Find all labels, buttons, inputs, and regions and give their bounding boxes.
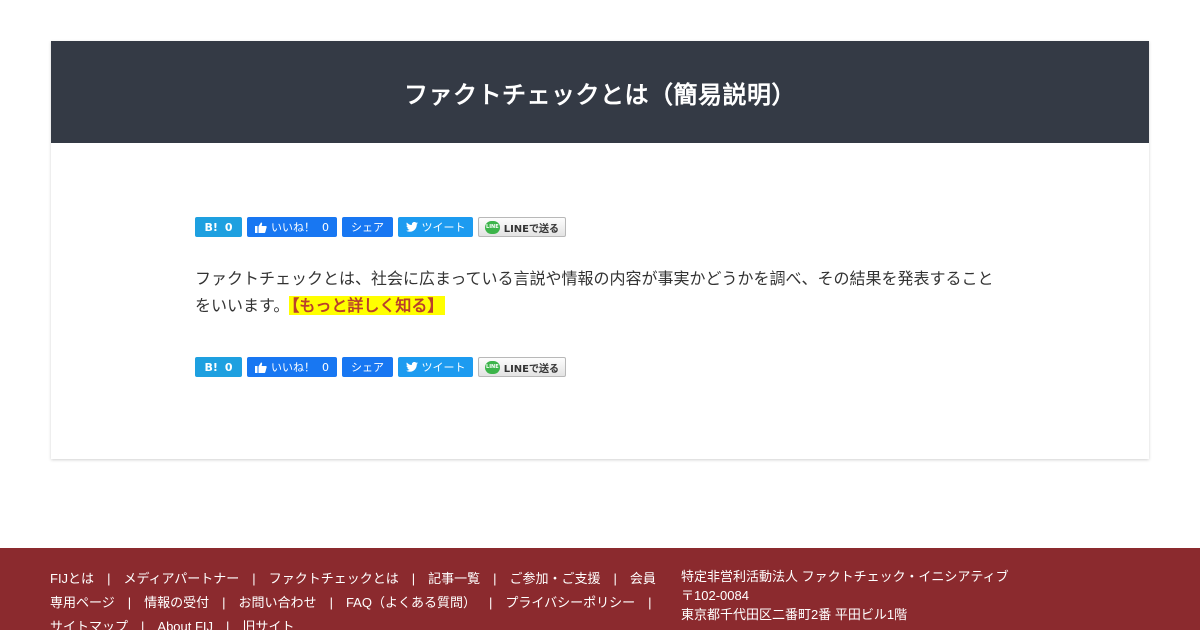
article-card: ファクトチェックとは（簡易説明） B! 0 いいね！ 0 シェア ツイート LI… (51, 41, 1149, 459)
tweet-button[interactable]: ツイート (398, 357, 473, 377)
footer-nav-separator: | (226, 619, 230, 630)
footer-nav-link[interactable]: 記事一覧 (428, 571, 480, 586)
twitter-bird-icon (405, 362, 418, 372)
hatena-count: 0 (224, 360, 233, 374)
footer-nav-link[interactable]: サイトマップ (50, 619, 128, 630)
line-send-button[interactable]: LINE LINEで送る (478, 217, 566, 237)
footer-nav-separator: | (107, 571, 111, 586)
footer-org-info: 特定非営利活動法人 ファクトチェック・イニシアティブ 〒102-0084 東京都… (681, 567, 1181, 624)
line-icon: LINE (485, 220, 500, 234)
article-content: B! 0 いいね！ 0 シェア ツイート LINE LINEで送る ファクトチェ… (195, 217, 1007, 377)
hatena-icon: B! (204, 360, 218, 374)
footer-nav-link[interactable]: 情報の受付 (144, 595, 209, 610)
footer-nav-separator: | (127, 595, 132, 610)
line-label: LINEで送る (503, 363, 559, 375)
footer-nav-link[interactable]: プライバシーポリシー (505, 595, 635, 610)
facebook-share-button[interactable]: シェア (342, 217, 393, 237)
line-label: LINEで送る (503, 223, 559, 235)
footer-nav-link[interactable]: お問い合わせ (239, 595, 317, 610)
footer-nav-link[interactable]: FAQ（よくある質問） (346, 595, 476, 610)
footer-nav-separator: | (411, 571, 416, 586)
footer-nav-link[interactable]: ご参加・ご支援 (510, 571, 601, 586)
tweet-label: ツイート (421, 361, 466, 374)
tweet-label: ツイート (421, 221, 466, 234)
share-buttons-top: B! 0 いいね！ 0 シェア ツイート LINE LINEで送る (195, 217, 1007, 237)
line-send-button[interactable]: LINE LINEで送る (478, 357, 566, 377)
footer-nav-separator: | (488, 595, 493, 610)
share-label: シェア (351, 221, 384, 234)
footer-nav-link[interactable]: FIJとは (50, 571, 94, 586)
facebook-like-button[interactable]: いいね！ 0 (247, 217, 337, 237)
footer-nav-link[interactable]: About FIJ (157, 619, 213, 630)
hatena-bookmark-button[interactable]: B! 0 (195, 217, 242, 237)
hatena-icon: B! (204, 220, 218, 234)
article-body: ファクトチェックとは、社会に広まっている言説や情報の内容が事実かどうかを調べ、そ… (195, 265, 1007, 319)
page-title: ファクトチェックとは（簡易説明） (404, 80, 796, 109)
footer-nav-separator: | (141, 619, 145, 630)
like-count: 0 (322, 360, 329, 374)
twitter-bird-icon (405, 222, 418, 232)
footer-nav-separator: | (252, 571, 256, 586)
tweet-button[interactable]: ツイート (398, 217, 473, 237)
hatena-count: 0 (224, 220, 233, 234)
org-address: 東京都千代田区二番町2番 平田ビル1階 (681, 607, 908, 622)
more-details-link[interactable]: 【もっと詳しく知る】 (289, 296, 446, 315)
like-label: いいね！ (271, 361, 315, 374)
thumbs-up-icon (255, 362, 267, 373)
article-header: ファクトチェックとは（簡易説明） (51, 41, 1149, 143)
share-label: シェア (351, 361, 384, 374)
footer-nav-separator: | (648, 595, 652, 610)
hatena-bookmark-button[interactable]: B! 0 (195, 357, 242, 377)
facebook-like-button[interactable]: いいね！ 0 (247, 357, 337, 377)
footer-nav: FIJとは | メディアパートナー | ファクトチェックとは | 記事一覧 | ご参加・ご支援 |… (50, 567, 665, 630)
thumbs-up-icon (255, 222, 267, 233)
footer-nav-separator: | (329, 595, 333, 610)
footer-nav-link[interactable]: ファクトチェックとは (269, 571, 399, 586)
org-postal-code: 〒102-0084 (681, 588, 749, 603)
site-footer: FIJとは | メディアパートナー | ファクトチェックとは | 記事一覧 | ご参加・ご支援 |… (0, 548, 1200, 630)
like-label: いいね！ (271, 221, 315, 234)
like-count: 0 (322, 220, 329, 234)
footer-nav-link[interactable]: 旧サイト (242, 619, 294, 630)
footer-nav-link[interactable]: メディアパートナー (123, 571, 239, 586)
footer-nav-separator: | (613, 571, 617, 586)
org-name: 特定非営利活動法人 ファクトチェック・イニシアティブ (681, 569, 1009, 584)
footer-nav-separator: | (222, 595, 226, 610)
line-icon: LINE (485, 360, 500, 374)
share-buttons-bottom: B! 0 いいね！ 0 シェア ツイート LINE LINEで送る (195, 357, 1007, 377)
facebook-share-button[interactable]: シェア (342, 357, 393, 377)
footer-nav-separator: | (493, 571, 497, 586)
